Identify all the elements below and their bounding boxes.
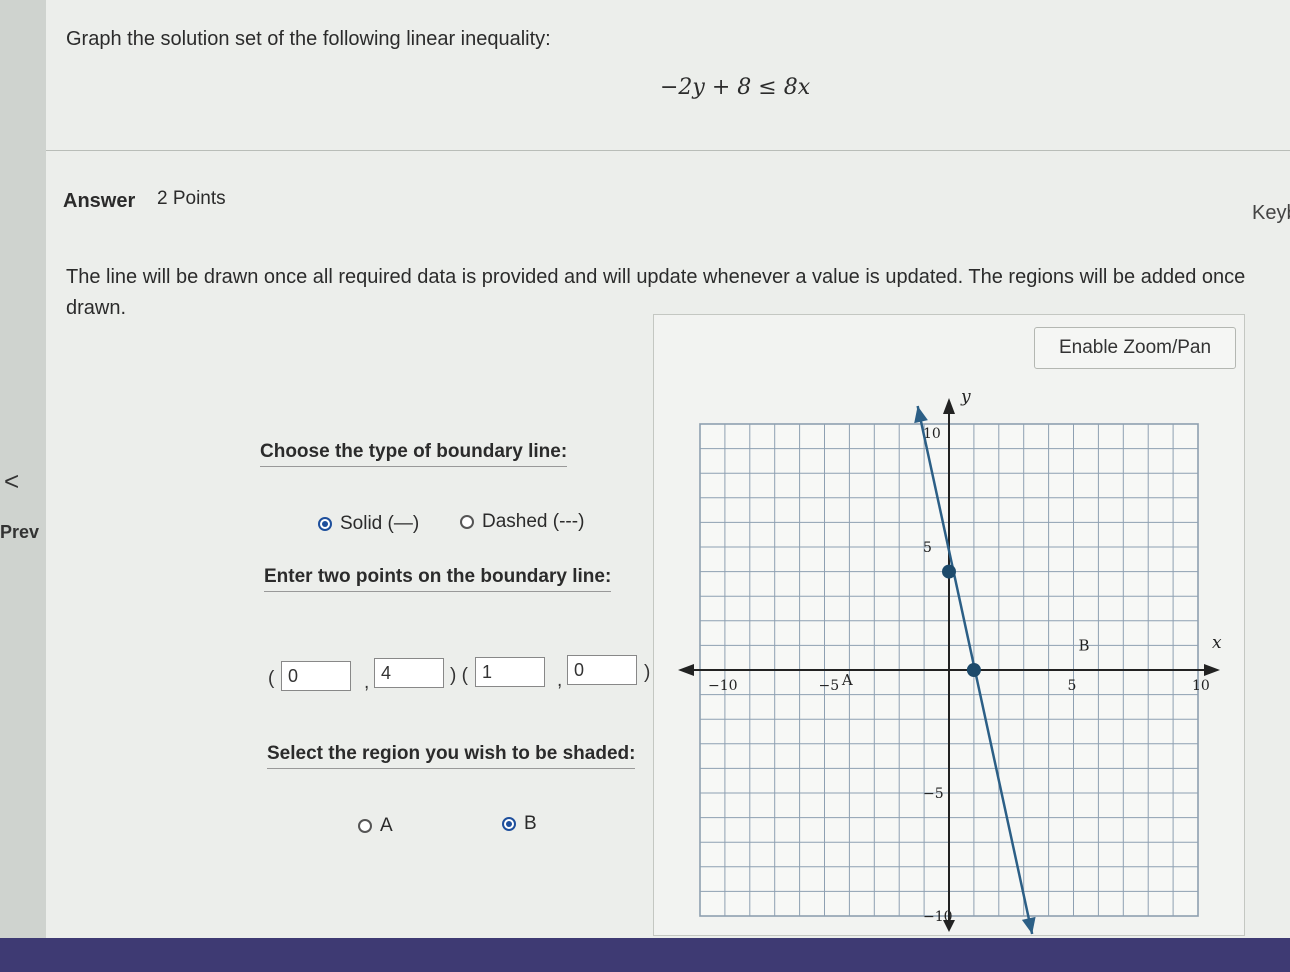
region-select-label: Select the region you wish to be shaded: [267, 743, 636, 769]
open-paren: ( [268, 668, 275, 689]
boundary-line-up-arrow-icon [914, 406, 928, 424]
question-prompt: Graph the solution set of the following … [66, 28, 551, 50]
y-tick-label: 5 [923, 540, 932, 556]
radio-selected-icon [318, 517, 332, 531]
coordinate-graph[interactable]: xy−10 −5 5 10105−5−10AB [660, 380, 1280, 940]
keyboard-link[interactable]: Keyb [1252, 202, 1290, 225]
boundary-line-down-arrow-icon [1021, 916, 1036, 934]
prev-arrow-icon[interactable]: < [4, 466, 19, 497]
radio-unselected-icon [460, 515, 474, 529]
region-a-radio[interactable]: A [358, 815, 393, 837]
close-paren: ) [644, 662, 651, 683]
boundary-type-label: Choose the type of boundary line: [260, 441, 568, 467]
x-tick-label: −5 [819, 678, 840, 694]
y-tick-label: −5 [923, 786, 944, 802]
point1-x-input[interactable] [281, 661, 351, 691]
footer-bar [0, 938, 1290, 972]
x-axis-right-arrow-icon [1204, 664, 1220, 676]
comma-2: , [557, 670, 563, 691]
divider [46, 150, 1290, 151]
y-axis-up-arrow-icon [943, 398, 955, 414]
dashed-line-label: Dashed (---) [482, 511, 585, 532]
left-sidebar: < Prev [0, 0, 46, 940]
y-tick-label: −10 [923, 909, 953, 925]
region-label: B [1078, 636, 1089, 654]
mid-paren: ) ( [450, 665, 468, 686]
comma-1: , [364, 672, 370, 693]
radio-unselected-icon [358, 819, 372, 833]
x-axis-label: x [1212, 633, 1222, 653]
x-axis-left-arrow-icon [678, 664, 694, 676]
y-axis-label: y [960, 387, 971, 407]
dashed-line-radio[interactable]: Dashed (---) [460, 511, 584, 533]
boundary-point [966, 663, 981, 677]
point1-y-input[interactable] [374, 658, 444, 688]
radio-selected-icon [502, 817, 516, 831]
point2-y-input[interactable] [567, 655, 637, 685]
boundary-points-label: Enter two points on the boundary line: [264, 566, 612, 592]
region-b-radio[interactable]: B [502, 813, 537, 835]
region-label: A [841, 671, 853, 689]
region-b-label: B [524, 813, 537, 834]
prev-link[interactable]: Prev [0, 522, 39, 543]
solid-line-label: Solid (—) [340, 513, 420, 534]
enable-zoom-pan-button[interactable]: Enable Zoom/Pan [1034, 327, 1236, 369]
inequality-expression: −2y + 8 ≤ 8x [660, 75, 811, 100]
boundary-point [942, 564, 956, 579]
solid-line-radio[interactable]: Solid (—) [318, 513, 419, 535]
point2-x-input[interactable] [475, 657, 545, 687]
region-a-label: A [380, 815, 393, 836]
x-tick-label: 10 [1192, 678, 1210, 694]
x-tick-label: −10 [708, 678, 738, 694]
points-value: 2 Points [157, 188, 226, 209]
x-tick-label: 5 [1068, 678, 1077, 694]
answer-label: Answer [63, 190, 136, 212]
